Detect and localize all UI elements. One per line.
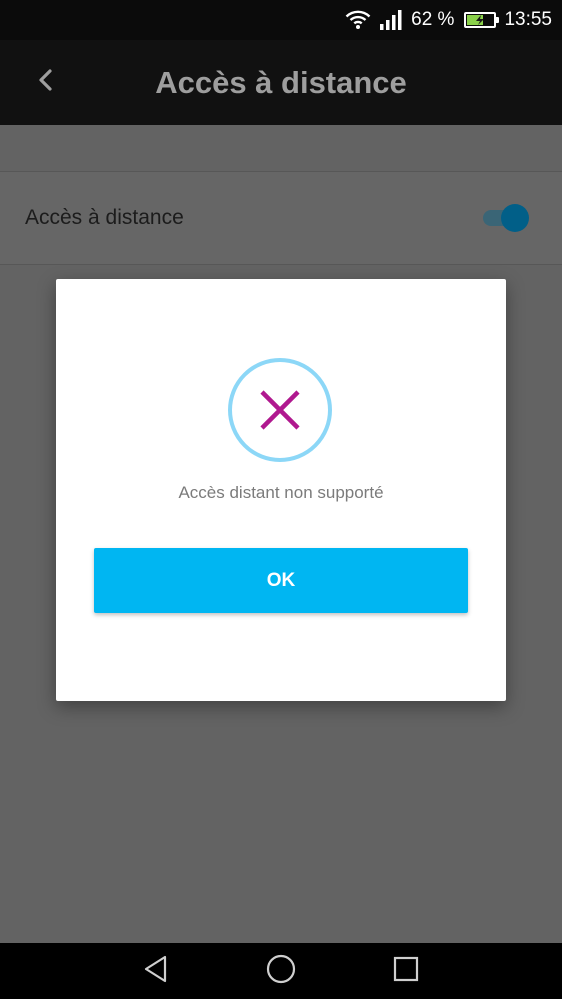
dialog-message: Accès distant non supporté: [178, 483, 384, 502]
nav-back-icon: [141, 954, 171, 989]
battery-percent: 62 %: [411, 9, 455, 30]
page-title: Accès à distance: [155, 64, 407, 100]
navigation-bar: [0, 943, 562, 999]
back-button[interactable]: [26, 62, 66, 102]
remote-access-label: Accès à distance: [25, 206, 184, 229]
app-bar: Accès à distance: [0, 40, 562, 125]
charging-bolt-icon: [466, 14, 494, 26]
nav-recents-icon: [392, 955, 420, 988]
ok-button[interactable]: OK: [94, 548, 468, 613]
clock: 13:55: [504, 9, 552, 30]
nav-home-icon: [265, 953, 297, 990]
status-bar: 62 % 13:55: [0, 0, 562, 40]
error-dialog: Accès distant non supporté OK: [56, 279, 506, 701]
wifi-icon: [345, 10, 371, 30]
nav-back-button[interactable]: [136, 951, 176, 991]
battery-charging-icon: [464, 12, 500, 28]
nav-home-button[interactable]: [261, 951, 301, 991]
nav-recents-button[interactable]: [386, 951, 426, 991]
toggle-thumb: [501, 204, 529, 232]
chevron-left-icon: [36, 68, 56, 97]
signal-icon: [379, 10, 403, 30]
remote-access-toggle[interactable]: [483, 204, 531, 232]
status-icons: 62 % 13:55: [345, 0, 552, 40]
remote-access-row[interactable]: Accès à distance: [0, 171, 562, 265]
error-x-icon: [228, 358, 332, 462]
